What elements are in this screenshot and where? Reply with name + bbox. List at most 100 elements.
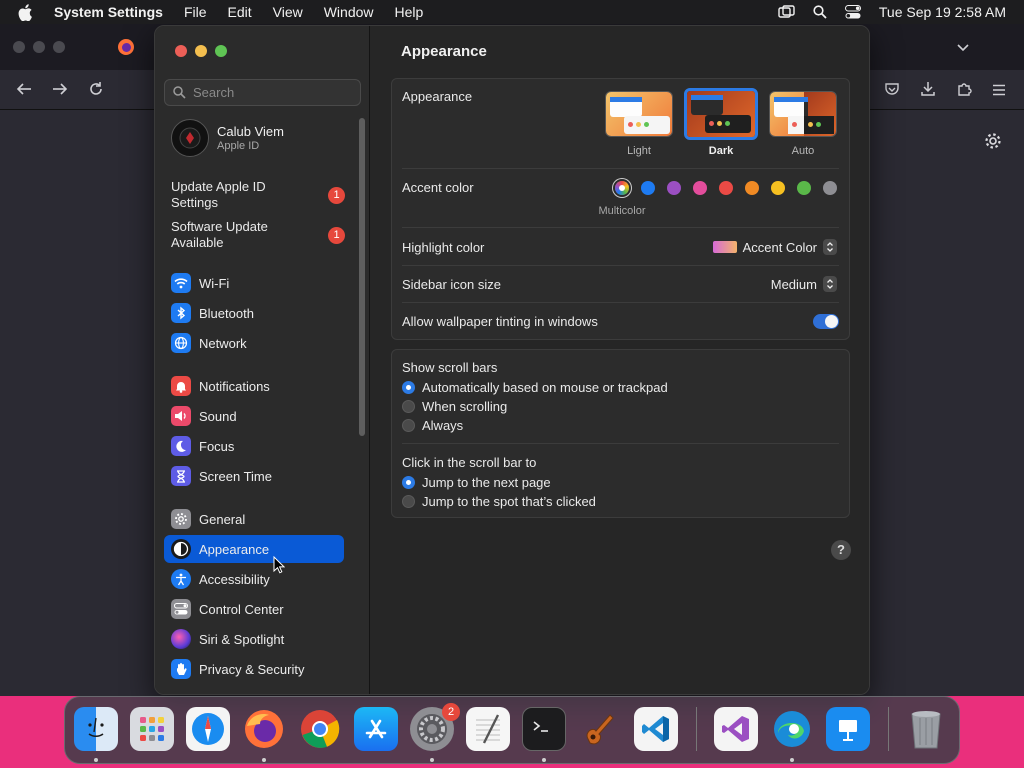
sidebar-item-label: Network [199, 335, 247, 351]
scrollbars-automatic-radio[interactable]: Automatically based on mouse or trackpad [402, 380, 668, 395]
sidebar-item-wifi[interactable]: Wi-Fi [164, 269, 344, 297]
wallpaper-tinting-label: Allow wallpaper tinting in windows [402, 314, 598, 329]
accent-multicolor-swatch[interactable] [615, 181, 629, 195]
highlight-color-popup[interactable]: Accent Color [712, 239, 837, 255]
browser-minimize-button[interactable] [33, 41, 45, 53]
edit-menu[interactable]: Edit [228, 4, 252, 20]
accent-graphite-swatch[interactable] [823, 181, 837, 195]
radio-label: Jump to the next page [422, 475, 551, 490]
sidebar-item-screen-time[interactable]: Screen Time [164, 462, 344, 490]
tab-list-chevron-icon[interactable] [956, 40, 970, 58]
appearance-label: Appearance [402, 89, 473, 104]
sidebar-item-accessibility[interactable]: Accessibility [164, 565, 344, 593]
click-spot-clicked-radio[interactable]: Jump to the spot that’s clicked [402, 494, 596, 509]
extensions-icon[interactable] [956, 81, 972, 102]
dock-trash-icon[interactable] [904, 707, 948, 751]
scroll-bar-settings-panel: Show scroll bars Automatically based on … [391, 349, 850, 518]
dock-vscode-icon[interactable] [634, 707, 678, 751]
accent-blue-swatch[interactable] [641, 181, 655, 195]
accent-green-swatch[interactable] [797, 181, 811, 195]
sidebar-scrollbar[interactable] [359, 118, 365, 436]
theme-dark-label: Dark [708, 145, 734, 157]
sidebar-item-sound[interactable]: Sound [164, 402, 344, 430]
click-next-page-radio[interactable]: Jump to the next page [402, 475, 551, 490]
radio-label: Jump to the spot that’s clicked [422, 494, 596, 509]
update-apple-id-settings-item[interactable]: Update Apple ID Settings 1 [171, 179, 361, 211]
help-button[interactable]: ? [831, 540, 851, 560]
firefox-tab-icon[interactable] [117, 38, 135, 61]
dock-system-settings-icon[interactable]: 2 [410, 703, 460, 751]
dock-safari-icon[interactable] [186, 707, 230, 751]
sidebar-icon-size-popup[interactable]: Medium [771, 276, 837, 292]
accent-yellow-swatch[interactable] [771, 181, 785, 195]
dock-garageband-icon[interactable] [578, 707, 622, 751]
popup-stepper-icon [823, 276, 837, 292]
software-update-available-item[interactable]: Software Update Available 1 [171, 219, 361, 251]
moon-icon [171, 436, 191, 456]
search-field[interactable]: Search [164, 79, 361, 106]
pocket-icon[interactable] [884, 81, 900, 102]
radio-indicator [402, 495, 415, 508]
file-menu[interactable]: File [184, 4, 207, 20]
accent-pink-swatch[interactable] [693, 181, 707, 195]
apple-id-account[interactable]: Calub Viem Apple ID [171, 119, 284, 157]
dock-keynote-icon[interactable] [826, 707, 870, 751]
view-menu[interactable]: View [273, 4, 303, 20]
sidebar-item-network[interactable]: Network [164, 329, 344, 357]
back-arrow-icon[interactable] [16, 82, 32, 101]
theme-auto-option[interactable] [769, 91, 837, 137]
scrollbars-when-scrolling-radio[interactable]: When scrolling [402, 399, 507, 414]
window-minimize-button[interactable] [195, 45, 207, 57]
sidebar-item-focus[interactable]: Focus [164, 432, 344, 460]
window-zoom-button[interactable] [215, 45, 227, 57]
theme-dark-option[interactable] [684, 88, 758, 140]
sidebar-item-general[interactable]: General [164, 505, 344, 533]
sidebar-item-siri-spotlight[interactable]: Siri & Spotlight [164, 625, 344, 653]
bell-icon [171, 376, 191, 396]
forward-arrow-icon[interactable] [52, 82, 68, 101]
sidebar-item-bluetooth[interactable]: Bluetooth [164, 299, 344, 327]
control-center-menu-icon[interactable] [844, 5, 861, 19]
dock-launchpad-icon[interactable] [130, 707, 174, 751]
sidebar-item-label: Sound [199, 408, 237, 424]
dock-chrome-icon[interactable] [298, 707, 342, 751]
accent-red-swatch[interactable] [719, 181, 733, 195]
browser-zoom-button[interactable] [53, 41, 65, 53]
menu-clock[interactable]: Tue Sep 19 2:58 AM [879, 4, 1006, 20]
hamburger-menu-icon[interactable] [992, 83, 1006, 101]
screen-mirroring-icon[interactable] [778, 5, 795, 19]
apple-menu-icon[interactable] [18, 3, 36, 21]
sidebar-item-control-center[interactable]: Control Center [164, 595, 344, 623]
dock-textedit-icon[interactable] [466, 707, 510, 751]
dock-terminal-icon[interactable] [522, 707, 566, 751]
accent-purple-swatch[interactable] [667, 181, 681, 195]
theme-light-option[interactable] [605, 91, 673, 137]
running-indicator [542, 758, 546, 762]
sidebar-item-privacy-security[interactable]: Privacy & Security [164, 655, 344, 683]
siri-icon [171, 629, 191, 649]
reload-icon[interactable] [88, 81, 104, 102]
browser-close-button[interactable] [13, 41, 25, 53]
help-menu[interactable]: Help [395, 4, 424, 20]
page-settings-gear-icon[interactable] [984, 132, 1002, 155]
dock-separator [888, 707, 889, 751]
notice-label: Update Apple ID Settings [171, 179, 266, 210]
running-indicator [790, 758, 794, 762]
spotlight-search-icon[interactable] [813, 5, 827, 19]
scrollbars-always-radio[interactable]: Always [402, 418, 463, 433]
sidebar-item-appearance[interactable]: Appearance [164, 535, 344, 563]
dock-visual-studio-icon[interactable] [714, 707, 758, 751]
dock-app-store-icon[interactable] [354, 707, 398, 751]
theme-light-label: Light [627, 145, 651, 157]
accent-orange-swatch[interactable] [745, 181, 759, 195]
sidebar-item-notifications[interactable]: Notifications [164, 372, 344, 400]
dock-firefox-icon[interactable] [242, 707, 286, 751]
window-menu[interactable]: Window [324, 4, 374, 20]
dock-edge-icon[interactable] [770, 707, 814, 751]
wallpaper-tinting-toggle[interactable] [813, 314, 839, 329]
downloads-icon[interactable] [920, 81, 936, 102]
window-close-button[interactable] [175, 45, 187, 57]
dock-finder-icon[interactable] [74, 707, 118, 751]
sidebar-item-label: Notifications [199, 378, 270, 394]
app-name-menu[interactable]: System Settings [54, 4, 163, 20]
